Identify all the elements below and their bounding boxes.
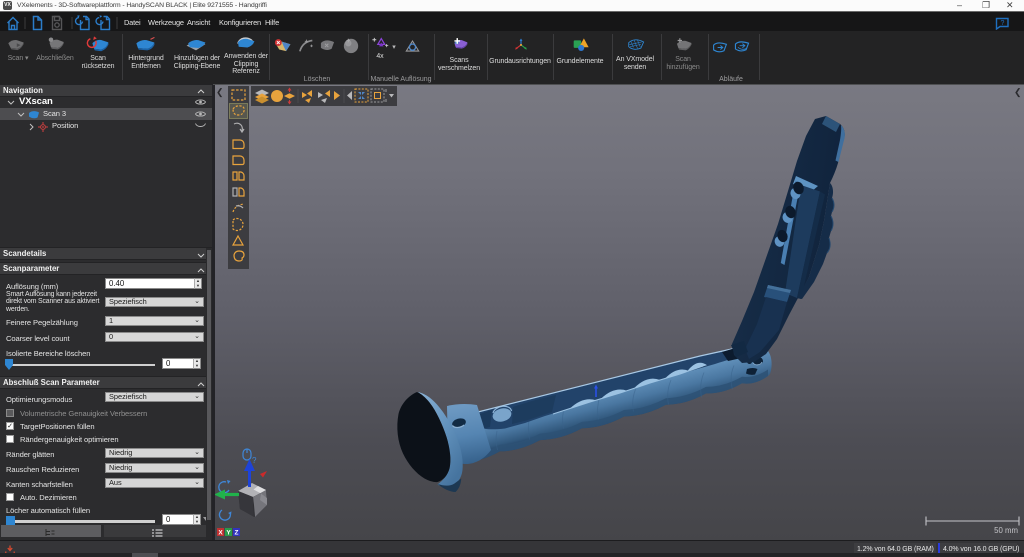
svg-text:?: ? bbox=[252, 456, 257, 465]
svg-text:?: ? bbox=[1001, 20, 1005, 27]
svg-text:Y: Y bbox=[226, 530, 231, 537]
svg-text:Z: Z bbox=[235, 530, 239, 537]
svg-text:50 mm: 50 mm bbox=[994, 526, 1018, 535]
svg-text:❮: ❮ bbox=[1014, 87, 1022, 98]
svg-text:❮: ❮ bbox=[216, 87, 224, 98]
svg-text:X: X bbox=[218, 530, 223, 537]
